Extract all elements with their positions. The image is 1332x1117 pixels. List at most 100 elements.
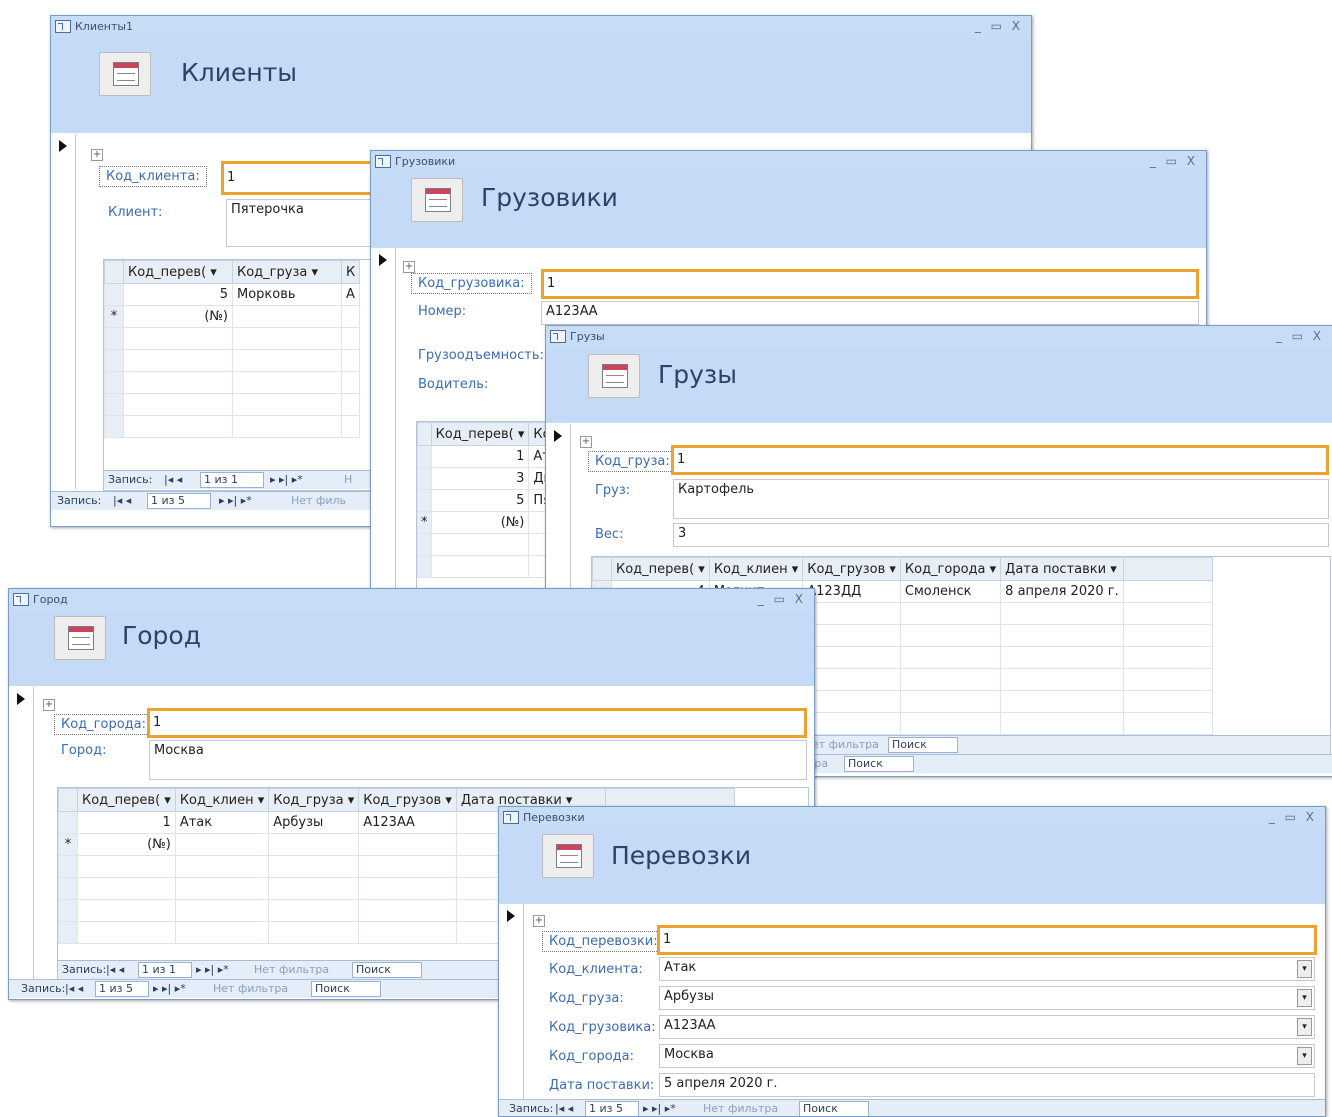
window-controls[interactable]: _ ▭ X: [1150, 154, 1198, 168]
filter-status[interactable]: Н: [344, 473, 352, 486]
grid-cell[interactable]: 5: [123, 283, 233, 306]
layout-selector-icon[interactable]: +: [403, 261, 415, 273]
dropdown-arrow-icon[interactable]: ▾: [1297, 989, 1312, 1007]
cargo-name-field[interactable]: Картофель: [673, 479, 1329, 519]
grid-cell[interactable]: 8 апреля 2020 г.: [1000, 580, 1124, 603]
delivery-date-field[interactable]: 5 апреля 2020 г.: [659, 1073, 1315, 1097]
grid-cell[interactable]: А: [340, 283, 361, 306]
select-all-corner[interactable]: [58, 788, 78, 812]
cargo-combo[interactable]: Арбузы ▾: [659, 986, 1315, 1010]
first-record-button[interactable]: |◂ ◂: [65, 982, 83, 995]
next-record-buttons[interactable]: ▸ ▸| ▸*: [270, 473, 303, 486]
record-selector[interactable]: [9, 687, 34, 979]
truck-number-field[interactable]: А123АА: [541, 301, 1199, 325]
cargo-titlebar[interactable]: Грузы _ ▭ X: [546, 326, 1332, 349]
grid-header[interactable]: Код_перев( ▾: [123, 260, 233, 284]
search-field[interactable]: Поиск: [888, 737, 958, 753]
cargo-weight-field[interactable]: 3: [673, 523, 1329, 547]
table-row[interactable]: 1 Ат: [417, 445, 557, 468]
transport-titlebar[interactable]: Перевозки _ ▭ X: [499, 807, 1325, 830]
record-number-field[interactable]: 1 из 5: [147, 493, 211, 509]
truck-code-field[interactable]: 1: [541, 269, 1199, 299]
new-record-row[interactable]: * (№): [417, 511, 557, 534]
first-record-button[interactable]: |◂ ◂: [113, 494, 131, 507]
search-field[interactable]: Поиск: [844, 756, 914, 772]
client-combo[interactable]: Атак ▾: [659, 957, 1315, 981]
first-record-button[interactable]: |◂ ◂: [106, 963, 124, 976]
grid-header[interactable]: Код_грузов ▾: [802, 557, 901, 581]
city-combo[interactable]: Москва ▾: [659, 1044, 1315, 1068]
filter-status[interactable]: Нет фильтра: [254, 963, 329, 976]
next-record-buttons[interactable]: ▸ ▸| ▸*: [643, 1102, 676, 1115]
layout-selector-icon[interactable]: +: [533, 915, 545, 927]
window-controls[interactable]: _ ▭ X: [975, 19, 1023, 33]
grid-header[interactable]: Код_перев( ▾: [611, 557, 710, 581]
first-record-button[interactable]: |◂ ◂: [555, 1102, 573, 1115]
grid-cell[interactable]: 1: [430, 445, 530, 468]
record-selector[interactable]: [371, 248, 396, 591]
grid-cell[interactable]: А123АА: [358, 811, 457, 834]
grid-cell[interactable]: А123ДД: [802, 580, 901, 603]
next-record-buttons[interactable]: ▸ ▸| ▸*: [219, 494, 252, 507]
select-all-corner[interactable]: [417, 422, 432, 446]
table-row[interactable]: 5 Пя: [417, 489, 557, 512]
transport-code-field[interactable]: 1: [657, 925, 1317, 955]
search-field[interactable]: Поиск: [352, 962, 422, 978]
city-titlebar[interactable]: Город _ ▭ X: [9, 589, 814, 612]
grid-header[interactable]: Дата поставки ▾: [1000, 557, 1124, 581]
record-selector[interactable]: [51, 134, 76, 489]
truck-combo[interactable]: А123АА ▾: [659, 1015, 1315, 1039]
window-controls[interactable]: _ ▭ X: [1276, 329, 1324, 343]
filter-status[interactable]: ет фильтра: [812, 738, 879, 751]
table-row[interactable]: 3 Ди: [417, 467, 557, 490]
grid-header[interactable]: Код_перев( ▾: [77, 788, 176, 812]
filter-status[interactable]: Нет фильтра: [703, 1102, 778, 1115]
grid-cell[interactable]: (№): [123, 305, 233, 328]
record-number-field[interactable]: 1 из 1: [138, 962, 192, 978]
select-all-corner[interactable]: [104, 260, 124, 284]
window-controls[interactable]: _ ▭ X: [1269, 810, 1317, 824]
record-selector[interactable]: [499, 904, 524, 1104]
grid-header[interactable]: Код_перев( ▾: [430, 422, 530, 446]
filter-status[interactable]: Нет филь: [291, 494, 346, 507]
client-field[interactable]: Пятерочка: [226, 199, 381, 247]
grid-cell[interactable]: Смоленск: [899, 580, 1002, 603]
grid-header[interactable]: Код_клиен ▾: [174, 788, 270, 812]
grid-cell[interactable]: 3: [430, 467, 530, 490]
select-all-corner[interactable]: [592, 557, 612, 581]
grid-header[interactable]: К: [340, 260, 361, 284]
record-number-field[interactable]: 1 из 5: [95, 981, 149, 997]
new-record-row[interactable]: * (№): [104, 305, 361, 328]
filter-status[interactable]: Нет фильтра: [213, 982, 288, 995]
grid-cell[interactable]: (№): [77, 833, 176, 856]
grid-header[interactable]: Код_груза ▾: [268, 788, 360, 812]
cargo-code-field[interactable]: 1: [671, 445, 1329, 475]
grid-header[interactable]: Код_города ▾: [899, 557, 1002, 581]
table-row[interactable]: 5 Морковь А: [104, 283, 361, 306]
first-record-button[interactable]: |◂ ◂: [164, 473, 182, 486]
grid-cell[interactable]: Атак: [174, 811, 270, 834]
grid-header[interactable]: Код_клиен ▾: [708, 557, 804, 581]
window-controls[interactable]: _ ▭ X: [758, 592, 806, 606]
layout-selector-icon[interactable]: +: [91, 149, 103, 161]
dropdown-arrow-icon[interactable]: ▾: [1297, 1047, 1312, 1065]
record-number-field[interactable]: 1 из 1: [200, 472, 264, 488]
grid-cell[interactable]: 1: [77, 811, 176, 834]
grid-cell[interactable]: 5: [430, 489, 530, 512]
layout-selector-icon[interactable]: +: [43, 699, 55, 711]
grid-header[interactable]: Код_груза ▾: [232, 260, 342, 284]
grid-cell[interactable]: Морковь: [232, 283, 342, 306]
clients-titlebar[interactable]: Клиенты1 _ ▭ X: [51, 16, 1031, 39]
grid-header[interactable]: Код_грузов ▾: [358, 788, 457, 812]
city-code-field[interactable]: 1: [147, 708, 807, 738]
search-field[interactable]: Поиск: [311, 981, 381, 997]
grid-cell[interactable]: (№): [430, 511, 530, 534]
city-name-field[interactable]: Москва: [149, 740, 807, 780]
layout-selector-icon[interactable]: +: [580, 436, 592, 448]
next-record-buttons[interactable]: ▸ ▸| ▸*: [196, 963, 229, 976]
trucks-titlebar[interactable]: Грузовики _ ▭ X: [371, 151, 1206, 174]
client-code-field[interactable]: 1: [221, 161, 381, 195]
grid-cell[interactable]: Арбузы: [268, 811, 360, 834]
next-record-buttons[interactable]: ▸ ▸| ▸*: [153, 982, 186, 995]
dropdown-arrow-icon[interactable]: ▾: [1297, 1018, 1312, 1036]
